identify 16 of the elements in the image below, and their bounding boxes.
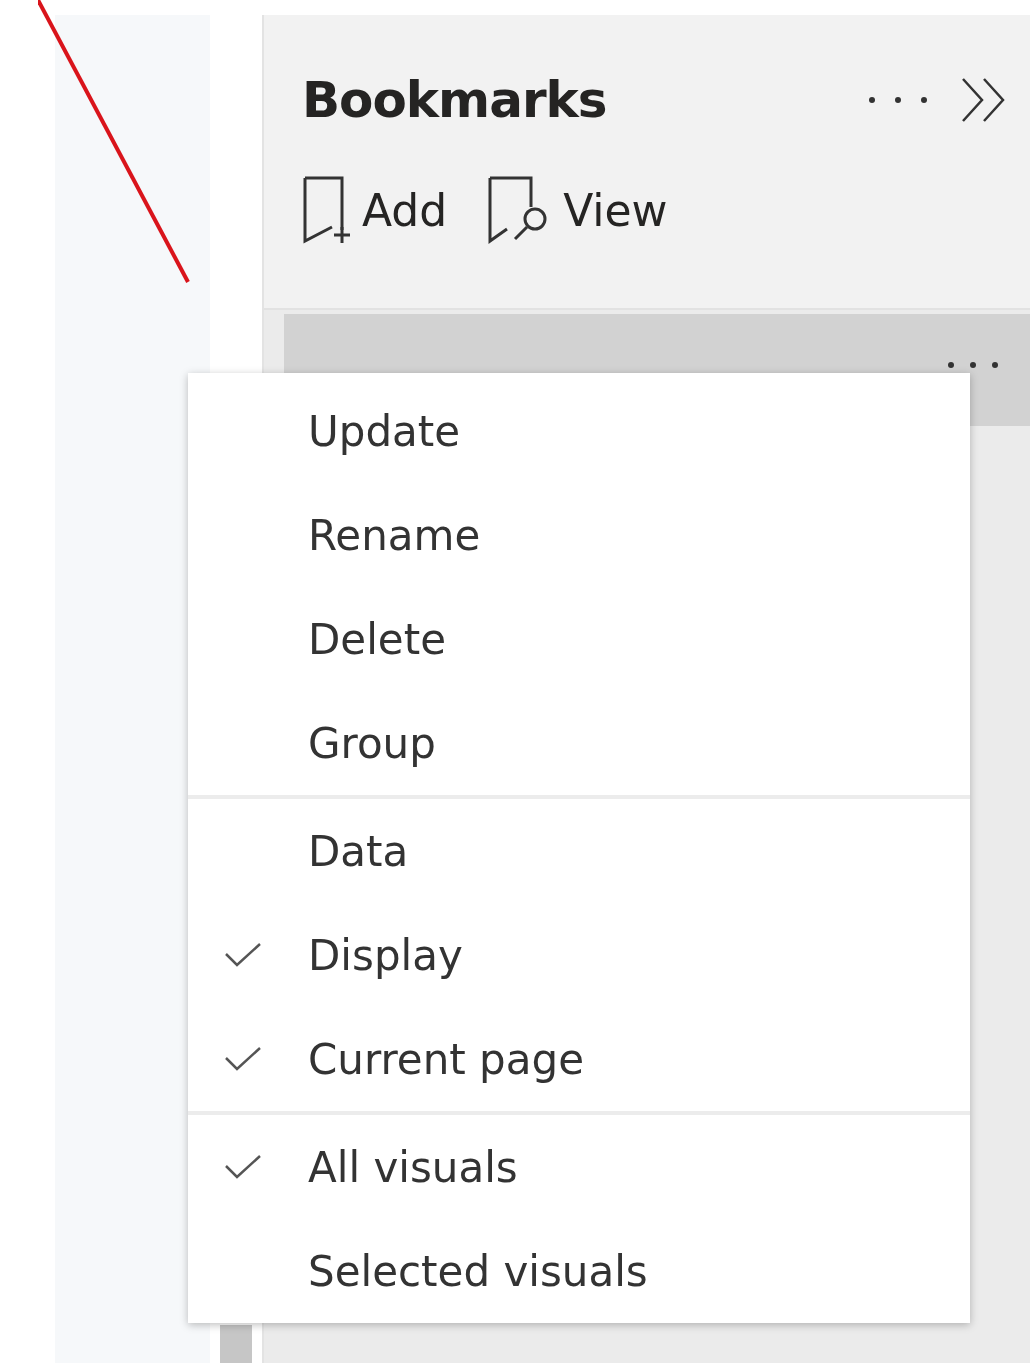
menu-item[interactable]: Delete xyxy=(188,587,970,691)
menu-item[interactable]: Data xyxy=(188,799,970,903)
more-options-icon[interactable] xyxy=(946,360,1000,370)
menu-item[interactable]: Group xyxy=(188,691,970,795)
more-options-icon[interactable] xyxy=(866,94,930,106)
add-bookmark-button[interactable]: Add xyxy=(302,175,448,245)
menu-item[interactable]: Display xyxy=(188,903,970,1007)
scrollbar-thumb[interactable] xyxy=(220,1325,252,1363)
menu-item[interactable]: Selected visuals xyxy=(188,1219,970,1323)
view-button[interactable]: View xyxy=(487,175,668,245)
menu-item[interactable]: All visuals xyxy=(188,1115,970,1219)
menu-item[interactable]: Rename xyxy=(188,483,970,587)
menu-item[interactable]: Update xyxy=(188,379,970,483)
menu-item[interactable]: Current page xyxy=(188,1007,970,1111)
pane-title: Bookmarks xyxy=(302,71,607,129)
bookmark-plus-icon xyxy=(302,175,352,245)
